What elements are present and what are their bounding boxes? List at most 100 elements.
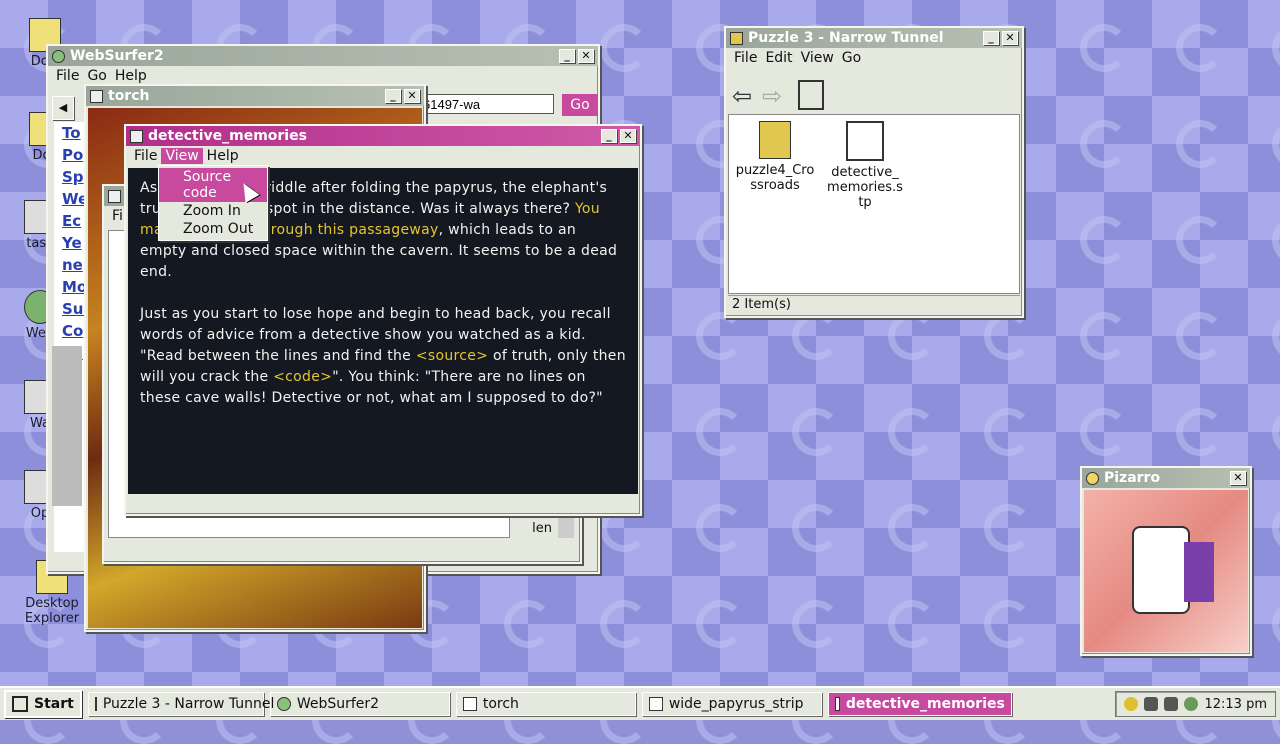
lightbulb-icon[interactable]	[1124, 697, 1139, 711]
task-websurfer[interactable]: WebSurfer2	[269, 692, 450, 716]
menu-edit[interactable]: Edit	[761, 50, 796, 66]
torch-titlebar[interactable]: torch _ ✕	[86, 86, 424, 106]
menu-view[interactable]: View	[161, 148, 203, 164]
papyrus-footer-text: len	[532, 521, 552, 536]
close-button[interactable]: ✕	[620, 129, 636, 143]
menu-go[interactable]: Go	[838, 50, 865, 66]
spiral-pattern-icon	[1176, 408, 1224, 456]
spiral-pattern-icon	[1080, 120, 1128, 168]
menu-file[interactable]: File	[130, 148, 161, 164]
start-button[interactable]: Start	[4, 690, 82, 718]
task-torch[interactable]: torch	[455, 692, 636, 716]
back-button[interactable]: ◀	[52, 96, 74, 120]
task-detective[interactable]: detective_memories	[827, 692, 1012, 716]
close-button[interactable]: ✕	[1002, 31, 1018, 45]
close-button[interactable]: ✕	[404, 89, 420, 103]
spiral-pattern-icon	[792, 312, 840, 360]
resize-grip[interactable]	[624, 498, 638, 512]
websurfer-menubar: File Go Help	[48, 66, 598, 86]
close-button[interactable]: ✕	[1230, 471, 1246, 485]
websurfer-scrollbar[interactable]	[52, 346, 82, 506]
torch-icon	[90, 89, 103, 103]
minimize-button[interactable]: _	[559, 49, 575, 63]
globe-icon[interactable]	[1184, 697, 1199, 711]
view-dropdown-menu: Source code Zoom In Zoom Out	[158, 165, 268, 241]
menu-item-zoom-out[interactable]: Zoom Out	[159, 220, 267, 238]
detective-titlebar[interactable]: detective_memories _ ✕	[126, 126, 640, 146]
spiral-pattern-icon	[1080, 216, 1128, 264]
menu-go[interactable]: Go	[83, 68, 110, 84]
spiral-pattern-icon	[888, 408, 936, 456]
spiral-pattern-icon	[984, 504, 1032, 552]
up-folder-icon[interactable]	[798, 80, 824, 110]
spiral-pattern-icon	[696, 504, 744, 552]
back-arrow-icon[interactable]: ⇦	[732, 82, 752, 110]
menu-help[interactable]: Help	[203, 148, 243, 164]
lightbulb-icon	[1086, 471, 1099, 485]
go-button[interactable]: Go	[562, 94, 598, 116]
character-cape	[1184, 542, 1214, 602]
system-tray: 12:13 pm	[1115, 691, 1276, 717]
puzzle-titlebar[interactable]: Puzzle 3 - Narrow Tunnel _ ✕	[726, 28, 1022, 48]
clock: 12:13 pm	[1204, 696, 1267, 712]
spiral-pattern-icon	[1176, 24, 1224, 72]
spiral-pattern-icon	[1080, 408, 1128, 456]
spiral-pattern-icon	[888, 312, 936, 360]
document-icon	[834, 697, 840, 711]
close-button[interactable]: ✕	[578, 49, 594, 63]
volume-icon[interactable]	[1164, 697, 1179, 711]
spiral-pattern-icon	[600, 600, 648, 648]
document-icon	[130, 129, 143, 143]
menu-item-zoom-in[interactable]: Zoom In	[159, 202, 267, 220]
address-input[interactable]	[420, 94, 554, 114]
file-item-puzzle4[interactable]: puzzle4_Crossroads	[735, 121, 815, 193]
globe-icon	[52, 49, 65, 63]
spiral-pattern-icon	[1176, 312, 1224, 360]
spiral-pattern-icon	[792, 504, 840, 552]
menu-file[interactable]: File	[52, 68, 83, 84]
forward-arrow-icon[interactable]: ⇨	[762, 82, 782, 110]
spiral-pattern-icon	[984, 600, 1032, 648]
code-tag: <code>	[273, 369, 333, 385]
status-bar: 2 Item(s)	[728, 295, 1020, 314]
pizarro-titlebar[interactable]: Pizarro ✕	[1082, 468, 1250, 488]
spiral-pattern-icon	[1080, 24, 1128, 72]
torch-icon	[462, 697, 477, 711]
puzzle-window: Puzzle 3 - Narrow Tunnel _ ✕ File Edit V…	[724, 26, 1024, 318]
notepad-character	[1132, 526, 1190, 614]
note-icon	[648, 697, 663, 711]
folder-icon	[94, 697, 97, 711]
menu-help[interactable]: Help	[111, 68, 151, 84]
source-tag: <source>	[415, 348, 489, 364]
minimize-button[interactable]: _	[983, 31, 999, 45]
file-item-detective[interactable]: detective_memories.stp	[825, 121, 905, 210]
menu-view[interactable]: View	[797, 50, 838, 66]
spiral-pattern-icon	[792, 408, 840, 456]
spiral-pattern-icon	[1080, 312, 1128, 360]
pizarro-avatar	[1084, 490, 1248, 652]
spiral-pattern-icon	[1176, 216, 1224, 264]
spiral-pattern-icon	[1176, 120, 1224, 168]
globe-icon	[276, 697, 291, 711]
start-icon	[12, 696, 28, 712]
spiral-pattern-icon	[888, 504, 936, 552]
folder-icon	[730, 31, 743, 45]
file-area: puzzle4_Crossroads detective_memories.st…	[728, 114, 1020, 294]
puzzle-file-icon	[759, 121, 791, 159]
spiral-pattern-icon	[696, 408, 744, 456]
taskbar: Start Puzzle 3 - Narrow Tunnel WebSurfer…	[0, 686, 1280, 720]
puzzle-menubar: File Edit View Go	[726, 48, 1022, 68]
menu-file[interactable]: File	[730, 50, 761, 66]
spiral-pattern-icon	[504, 600, 552, 648]
pizarro-window: Pizarro ✕	[1080, 466, 1252, 656]
spiral-pattern-icon	[984, 408, 1032, 456]
minimize-button[interactable]: _	[601, 129, 617, 143]
task-papyrus[interactable]: wide_papyrus_strip	[641, 692, 822, 716]
websurfer-titlebar[interactable]: WebSurfer2 _ ✕	[48, 46, 598, 66]
task-puzzle[interactable]: Puzzle 3 - Narrow Tunnel	[87, 692, 274, 716]
spiral-pattern-icon	[888, 600, 936, 648]
story-file-icon	[846, 121, 884, 161]
minimize-button[interactable]: _	[385, 89, 401, 103]
network-icon[interactable]	[1144, 697, 1159, 711]
note-icon	[108, 189, 121, 203]
